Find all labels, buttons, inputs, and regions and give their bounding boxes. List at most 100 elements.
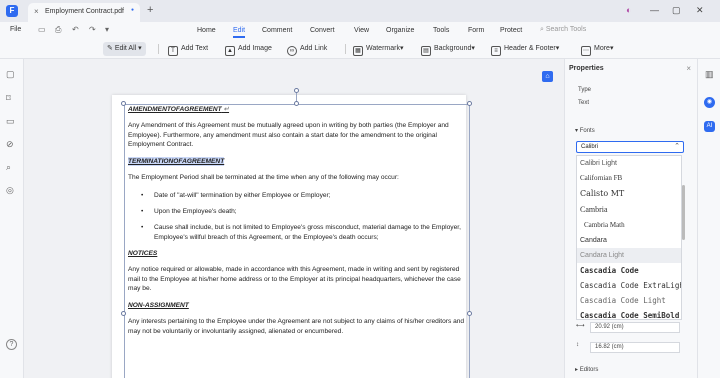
font-option[interactable]: Cascadia Code [577, 263, 681, 278]
document-tab[interactable]: × Employment Contract.pdf ● [28, 3, 140, 22]
toolbar-divider [158, 44, 159, 54]
font-option[interactable]: Cascadia Code ExtraLight [577, 278, 681, 293]
search-icon[interactable]: ⌕ [6, 162, 11, 173]
layers-icon[interactable]: ◎ [6, 185, 14, 196]
properties-title: Properties [569, 65, 604, 72]
heading-non-assignment-text: NON-ASSIGNMENT [128, 302, 189, 310]
background-label: Background [434, 45, 472, 52]
width-input[interactable]: 20.92 (cm) [590, 322, 680, 333]
redo-icon[interactable]: ↷ [89, 25, 96, 34]
font-option[interactable]: Calibri Light [577, 156, 681, 171]
search-tools-placeholder: Search Tools [545, 26, 587, 33]
menu-home[interactable]: Home [197, 27, 216, 34]
add-text-icon: T [168, 46, 178, 56]
menu-protect[interactable]: Protect [500, 27, 522, 34]
bookmark-icon[interactable]: ⌑ [6, 93, 11, 104]
font-option[interactable]: Cascadia Code SemiBold [577, 308, 681, 319]
header-footer-icon: ≡ [491, 46, 501, 56]
fonts-section-toggle[interactable]: ▾ Fonts [575, 127, 595, 134]
font-option[interactable]: Cascadia Code Light [577, 293, 681, 308]
assistant-icon[interactable]: ◉ [704, 97, 715, 108]
heading-non-assignment: NON-ASSIGNMENT [128, 301, 466, 310]
add-image-button[interactable]: ▲ Add Image [225, 42, 272, 56]
undo-icon[interactable]: ↶ [72, 25, 79, 34]
font-option-highlighted[interactable]: Candara Light [577, 248, 681, 263]
thumbnails-icon[interactable]: ▢ [6, 69, 15, 80]
watermark-icon: ▦ [353, 46, 363, 56]
link-icon: ∞ [287, 46, 297, 56]
menu-edit[interactable]: Edit [233, 27, 246, 38]
file-menu[interactable]: File [10, 26, 21, 33]
edit-all-button[interactable]: ✎ Edit All ▾ [103, 42, 146, 56]
document-text[interactable]: AMENDMENTOFAGREEMENT ↵ Any Amendment of … [128, 105, 466, 344]
width-icon: ⟷ [576, 323, 585, 329]
font-family-select[interactable]: Calibri ⌃ [576, 141, 684, 153]
heading-notices: NOTICES [128, 249, 466, 258]
more-icon: ⋯ [581, 46, 591, 56]
font-option[interactable]: Candara [577, 233, 681, 248]
tab-title: Employment Contract.pdf [45, 8, 124, 15]
font-option[interactable]: Cambria [577, 202, 681, 217]
background-button[interactable]: ▤ Background▾ [421, 42, 475, 56]
close-panel-icon[interactable]: × [686, 64, 691, 73]
comment-icon[interactable]: ▭ [6, 116, 15, 127]
search-tools-field[interactable]: ⌕ Search Tools [540, 26, 586, 34]
paragraph-notices: Any notice required or allowable, made i… [128, 266, 461, 292]
font-dropdown-list[interactable]: Calibri Light Californian FB Calisto MT … [576, 155, 682, 320]
toolbar-divider [345, 44, 346, 54]
save-icon[interactable]: ▭ [38, 25, 46, 34]
add-text-label: Add Text [181, 45, 209, 52]
add-link-button[interactable]: ∞ Add Link [287, 42, 327, 56]
properties-panel-icon[interactable]: ▥ [705, 69, 714, 80]
rotate-handle[interactable] [294, 88, 299, 93]
quick-access-dropdown-icon[interactable]: ▾ [105, 25, 109, 34]
resize-handle[interactable] [121, 101, 126, 106]
heading-amendment: AMENDMENTOFAGREEMENT ↵ [128, 105, 466, 114]
ai-assistant-icon[interactable]: ⌂ [542, 71, 553, 82]
menu-form[interactable]: Form [468, 27, 484, 34]
right-rail: ▥ ◉ AI [697, 59, 720, 378]
menu-organize[interactable]: Organize [386, 27, 414, 34]
menu-bar: File ▭ ⎙ ↶ ↷ ▾ Home Edit Comment Convert… [0, 22, 720, 39]
left-sidebar: ▢ ⌑ ▭ ⊘ ⌕ ◎ ? [0, 59, 24, 378]
bullet-item: Cause shall include, but is not limited … [141, 223, 466, 242]
edit-all-label: Edit All [114, 45, 137, 52]
resize-handle[interactable] [467, 311, 472, 316]
document-canvas[interactable]: AMENDMENTOFAGREEMENT ↵ Any Amendment of … [24, 59, 564, 378]
attachment-icon[interactable]: ⊘ [6, 139, 14, 150]
header-footer-label: Header & Footer [504, 45, 556, 52]
type-label: Type [578, 87, 592, 93]
height-input[interactable]: 16.82 (cm) [590, 342, 680, 353]
maximize-icon[interactable]: ▢ [672, 5, 681, 16]
close-tab-icon[interactable]: × [34, 7, 39, 16]
font-option[interactable]: Californian FB [577, 171, 681, 186]
print-icon[interactable]: ⎙ [55, 25, 61, 35]
help-icon[interactable]: ? [6, 339, 17, 350]
add-image-icon: ▲ [225, 46, 235, 56]
paragraph-mark: ↵ [223, 106, 230, 113]
heading-notices-text: NOTICES [128, 249, 158, 257]
close-window-icon[interactable]: ✕ [696, 5, 704, 16]
font-option[interactable]: Calisto MT [577, 186, 681, 201]
font-list-scrollbar[interactable] [682, 185, 685, 240]
app-logo[interactable]: F [6, 5, 18, 17]
watermark-button[interactable]: ▦ Watermark▾ [353, 42, 403, 56]
header-footer-button[interactable]: ≡ Header & Footer▾ [491, 42, 559, 56]
menu-tools[interactable]: Tools [433, 27, 449, 34]
add-text-button[interactable]: T Add Text [168, 42, 208, 56]
font-family-value: Calibri [581, 144, 599, 150]
more-button[interactable]: ⋯ More▾ [581, 42, 613, 56]
resize-handle[interactable] [121, 311, 126, 316]
minimize-icon[interactable]: — [650, 5, 659, 15]
resize-handle[interactable] [467, 101, 472, 106]
editors-section-toggle[interactable]: ▸ Editors [575, 366, 598, 373]
more-label: More [594, 45, 610, 52]
menu-convert[interactable]: Convert [310, 27, 335, 34]
height-icon: ↕ [576, 342, 579, 348]
menu-view[interactable]: View [354, 27, 369, 34]
profile-icon[interactable]: ◐ [626, 5, 631, 15]
font-option[interactable]: Cambria Math [577, 218, 681, 233]
menu-comment[interactable]: Comment [262, 27, 292, 34]
ai-icon[interactable]: AI [704, 121, 715, 132]
new-tab-button[interactable]: + [147, 4, 153, 16]
